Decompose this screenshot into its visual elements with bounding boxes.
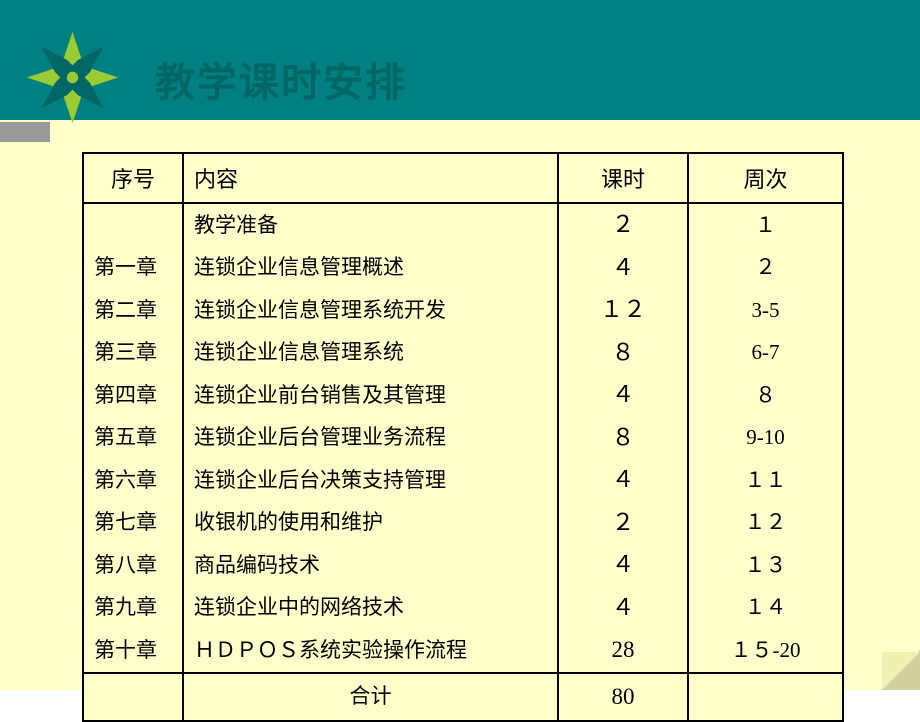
cell-hours: ８ [558, 417, 688, 460]
table-row: 第七章收银机的使用和维护２１２ [83, 502, 843, 545]
footer-total: 80 [558, 673, 688, 722]
cell-seq: 第十章 [83, 629, 183, 673]
cell-hours: ４ [558, 544, 688, 587]
footer-empty2 [688, 673, 843, 722]
cell-hours: ８ [558, 332, 688, 375]
table-row: 第二章连锁企业信息管理系统开发１２3-5 [83, 289, 843, 332]
header-hours: 课时 [558, 153, 688, 203]
header-bar [0, 0, 920, 120]
cell-week: 3-5 [688, 289, 843, 332]
table-row: 第九章连锁企业中的网络技术４１４ [83, 587, 843, 630]
cell-content: 收银机的使用和维护 [183, 502, 558, 545]
table-row: 第四章连锁企业前台销售及其管理４８ [83, 374, 843, 417]
cell-seq: 第三章 [83, 332, 183, 375]
table-header-row: 序号 内容 课时 周次 [83, 153, 843, 203]
cell-seq: 第六章 [83, 459, 183, 502]
table-row: 第一章连锁企业信息管理概述４２ [83, 247, 843, 290]
cell-content: 连锁企业后台决策支持管理 [183, 459, 558, 502]
cell-week: １ [688, 203, 843, 247]
cell-content: 教学准备 [183, 203, 558, 247]
cell-week: ２ [688, 247, 843, 290]
cell-week: 6-7 [688, 332, 843, 375]
cell-hours: １２ [558, 289, 688, 332]
footer-label: 合计 [183, 673, 558, 722]
cell-hours: ４ [558, 587, 688, 630]
cell-week: ８ [688, 374, 843, 417]
cell-week: １５-20 [688, 629, 843, 673]
cell-content: 连锁企业前台销售及其管理 [183, 374, 558, 417]
table-footer-row: 合计 80 [83, 673, 843, 722]
table-row: 第五章连锁企业后台管理业务流程８9-10 [83, 417, 843, 460]
footer-empty1 [83, 673, 183, 722]
cell-content: 连锁企业信息管理概述 [183, 247, 558, 290]
header-seq: 序号 [83, 153, 183, 203]
schedule-table-container: 序号 内容 课时 周次 教学准备２１第一章连锁企业信息管理概述４２第二章连锁企业… [82, 152, 844, 722]
table-row: 教学准备２１ [83, 203, 843, 247]
cell-seq: 第四章 [83, 374, 183, 417]
cell-content: 连锁企业信息管理系统开发 [183, 289, 558, 332]
slide-title: 教学课时安排 [155, 50, 407, 108]
cell-week: １２ [688, 502, 843, 545]
cell-hours: ２ [558, 502, 688, 545]
cell-content: 连锁企业信息管理系统 [183, 332, 558, 375]
cell-seq: 第七章 [83, 502, 183, 545]
header-week: 周次 [688, 153, 843, 203]
cell-week: １３ [688, 544, 843, 587]
cell-week: 9-10 [688, 417, 843, 460]
cell-seq [83, 203, 183, 247]
cell-hours: ４ [558, 247, 688, 290]
cell-seq: 第五章 [83, 417, 183, 460]
cell-hours: ４ [558, 459, 688, 502]
cell-content: 连锁企业后台管理业务流程 [183, 417, 558, 460]
cell-hours: ４ [558, 374, 688, 417]
cell-week: １４ [688, 587, 843, 630]
cell-seq: 第八章 [83, 544, 183, 587]
table-row: 第八章商品编码技术４１３ [83, 544, 843, 587]
cell-content: ＨＤＰＯＳ系统实验操作流程 [183, 629, 558, 673]
header-content: 内容 [183, 153, 558, 203]
schedule-table: 序号 内容 课时 周次 教学准备２１第一章连锁企业信息管理概述４２第二章连锁企业… [82, 152, 844, 722]
table-row: 第十章ＨＤＰＯＳ系统实验操作流程28１５-20 [83, 629, 843, 673]
star-logo-icon [25, 30, 120, 125]
table-row: 第六章连锁企业后台决策支持管理４１１ [83, 459, 843, 502]
cell-hours: ２ [558, 203, 688, 247]
table-row: 第三章连锁企业信息管理系统８6-7 [83, 332, 843, 375]
page-curl-icon [880, 650, 920, 690]
cell-hours: 28 [558, 629, 688, 673]
cell-week: １１ [688, 459, 843, 502]
cell-seq: 第九章 [83, 587, 183, 630]
table-body: 教学准备２１第一章连锁企业信息管理概述４２第二章连锁企业信息管理系统开发１２3-… [83, 203, 843, 673]
cell-seq: 第二章 [83, 289, 183, 332]
cell-seq: 第一章 [83, 247, 183, 290]
cell-content: 连锁企业中的网络技术 [183, 587, 558, 630]
cell-content: 商品编码技术 [183, 544, 558, 587]
